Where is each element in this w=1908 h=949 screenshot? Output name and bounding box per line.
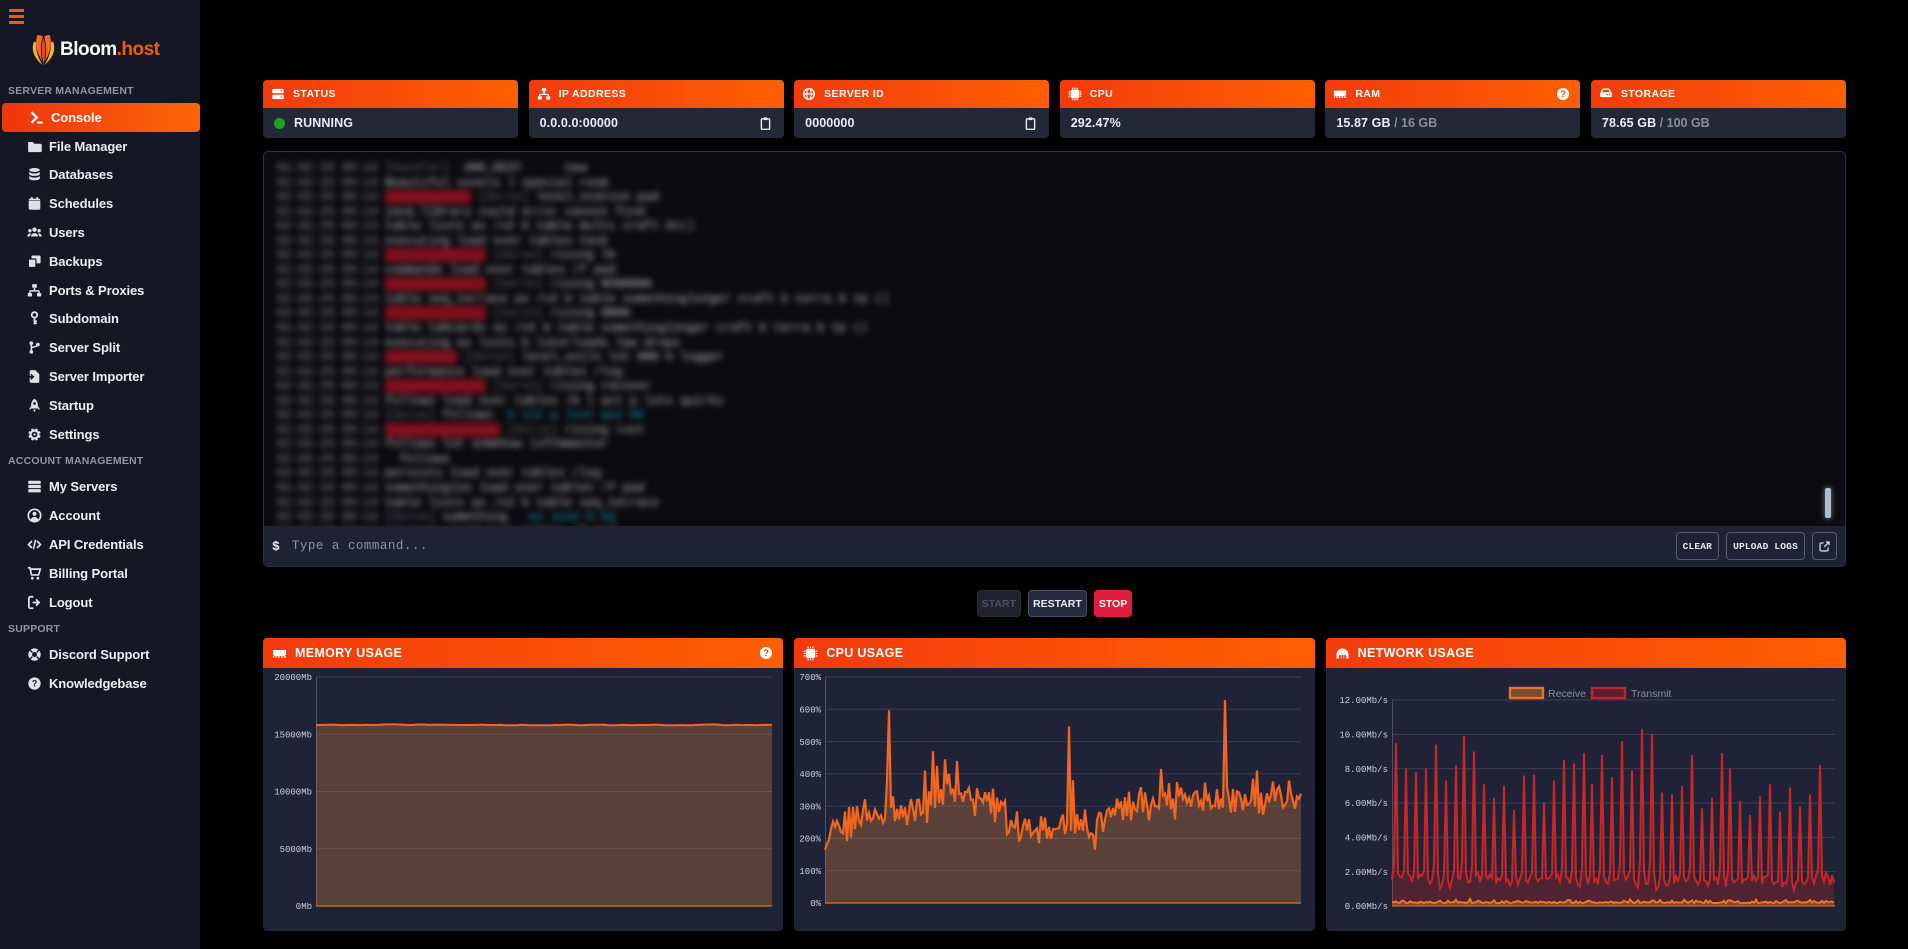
- svg-text:700%: 700%: [800, 673, 822, 683]
- svg-text:4.00Mb/s: 4.00Mb/s: [1344, 834, 1387, 844]
- svg-text:10000Mb: 10000Mb: [274, 788, 312, 798]
- svg-text:100%: 100%: [800, 867, 822, 877]
- svg-text:0Mb: 0Mb: [296, 902, 312, 912]
- svg-text:Receive: Receive: [1548, 688, 1586, 700]
- svg-text:12.00Mb/s: 12.00Mb/s: [1339, 696, 1388, 706]
- svg-text:8.00Mb/s: 8.00Mb/s: [1344, 765, 1387, 775]
- svg-text:?: ?: [32, 679, 37, 689]
- svg-text:5000Mb: 5000Mb: [280, 845, 312, 855]
- svg-text:20000Mb: 20000Mb: [274, 673, 312, 683]
- svg-text:15000Mb: 15000Mb: [274, 730, 312, 740]
- svg-text:?: ?: [1561, 89, 1567, 99]
- svg-text:300%: 300%: [800, 802, 822, 812]
- svg-text:500%: 500%: [800, 738, 822, 748]
- svg-text:0.00Mb/s: 0.00Mb/s: [1344, 902, 1387, 912]
- svg-text:2.00Mb/s: 2.00Mb/s: [1344, 868, 1387, 878]
- svg-text:0%: 0%: [811, 899, 822, 909]
- svg-text:Transmit: Transmit: [1631, 688, 1672, 700]
- svg-text:6.00Mb/s: 6.00Mb/s: [1344, 799, 1387, 809]
- svg-text:600%: 600%: [800, 705, 822, 715]
- svg-text:400%: 400%: [800, 770, 822, 780]
- svg-text:200%: 200%: [800, 835, 822, 845]
- svg-text:10.00Mb/s: 10.00Mb/s: [1339, 731, 1388, 741]
